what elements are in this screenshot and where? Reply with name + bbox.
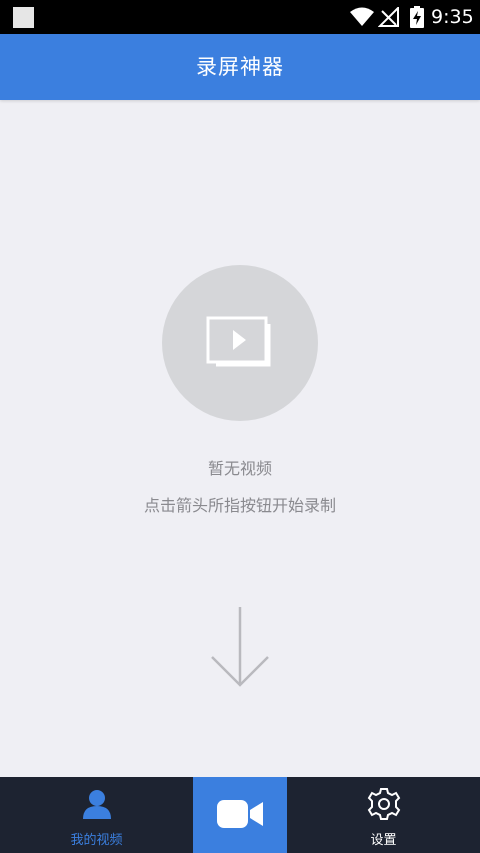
status-bar: 9:35 bbox=[0, 0, 480, 34]
status-time: 9:35 bbox=[431, 6, 474, 28]
notification-icon bbox=[13, 7, 34, 28]
battery-charging-icon bbox=[410, 6, 424, 28]
video-camera-icon bbox=[217, 800, 263, 828]
gear-icon bbox=[367, 788, 401, 820]
tab-settings-label: 设置 bbox=[370, 833, 397, 848]
page-title: 录屏神器 bbox=[196, 55, 284, 79]
bottom-nav: 我的视频 设置 bbox=[0, 777, 480, 853]
tab-settings[interactable]: 设置 bbox=[287, 777, 480, 853]
person-icon bbox=[83, 790, 111, 819]
wifi-icon bbox=[350, 7, 374, 26]
app-bar: 录屏神器 bbox=[0, 34, 480, 100]
tab-my-videos-label: 我的视频 bbox=[70, 833, 123, 848]
empty-state-hint: 点击箭头所指按钮开始录制 bbox=[143, 496, 336, 515]
empty-state-title: 暂无视频 bbox=[207, 459, 272, 478]
record-button[interactable] bbox=[193, 777, 287, 853]
arrow-down-icon bbox=[211, 607, 269, 687]
empty-state-illustration bbox=[162, 265, 318, 421]
tab-my-videos[interactable]: 我的视频 bbox=[0, 777, 193, 853]
video-file-icon bbox=[206, 316, 271, 367]
signal-icon bbox=[378, 7, 399, 27]
